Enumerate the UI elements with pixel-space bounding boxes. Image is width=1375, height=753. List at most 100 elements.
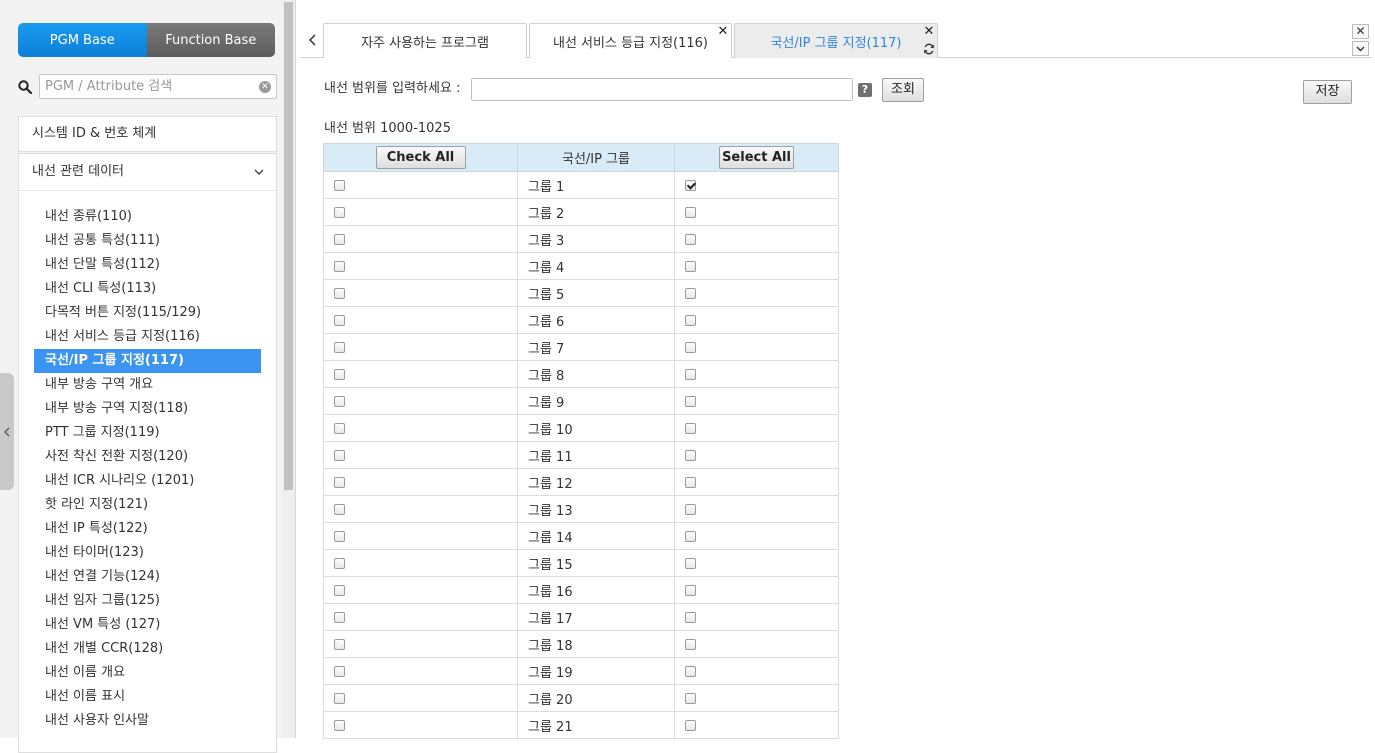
tab-ext-service-class[interactable]: 내선 서비스 등급 지정(116) ✕ (529, 23, 732, 58)
group-select-checkbox[interactable] (685, 557, 696, 569)
sidebar-pgm-item[interactable]: 핫 라인 지정(121) (34, 493, 261, 517)
row-select-cell (674, 549, 839, 577)
group-select-checkbox[interactable] (685, 719, 696, 731)
close-all-tabs-icon[interactable]: ✕ (1352, 24, 1369, 39)
check-all-button[interactable]: Check All (375, 146, 466, 169)
group-select-checkbox[interactable] (685, 179, 696, 191)
group-select-checkbox[interactable] (685, 341, 696, 353)
table-row: 그룹 2 (323, 198, 839, 226)
sidebar-pgm-item[interactable]: 내선 이름 개요 (34, 661, 261, 685)
collapse-sidebar-handle[interactable] (0, 373, 14, 490)
clear-search-icon[interactable]: ✕ (259, 81, 271, 93)
tab-list-dropdown[interactable] (1352, 41, 1369, 56)
row-checkbox[interactable] (334, 206, 345, 218)
tab-scroll-left-icon[interactable] (308, 34, 318, 46)
row-checkbox[interactable] (334, 368, 345, 380)
sidebar-pgm-item[interactable]: 다목적 버튼 지정(115/129) (34, 301, 261, 325)
select-all-button[interactable]: Select All (719, 146, 794, 169)
sidebar-pgm-item[interactable]: 내선 VM 특성 (127) (34, 613, 261, 637)
group-select-checkbox[interactable] (685, 233, 696, 245)
row-checkbox[interactable] (334, 260, 345, 272)
sidebar-pgm-item[interactable]: 내선 이름 표시 (34, 685, 261, 709)
extension-range-input[interactable] (471, 78, 853, 101)
row-check-cell (323, 360, 518, 388)
row-checkbox[interactable] (334, 179, 345, 191)
row-checkbox[interactable] (334, 287, 345, 299)
select-all-header: Select All (674, 143, 839, 172)
sidebar-pgm-item[interactable]: 내선 종류(110) (34, 205, 261, 229)
group-select-checkbox[interactable] (685, 206, 696, 218)
sidebar-scrollbar-thumb[interactable] (284, 2, 293, 490)
row-checkbox[interactable] (334, 719, 345, 731)
group-select-checkbox[interactable] (685, 584, 696, 596)
category-system-id[interactable]: 시스템 ID & 번호 체계 (18, 116, 277, 152)
close-tab-icon[interactable]: ✕ (923, 25, 935, 38)
row-checkbox[interactable] (334, 422, 345, 434)
query-button[interactable]: 조회 (882, 78, 924, 102)
row-checkbox[interactable] (334, 233, 345, 245)
sidebar-pgm-item[interactable]: 내선 서비스 등급 지정(116) (34, 325, 261, 349)
function-base-button[interactable]: Function Base (146, 23, 275, 57)
refresh-icon[interactable] (923, 43, 935, 55)
sidebar-pgm-item[interactable]: 내선 ICR 시나리오 (1201) (34, 469, 261, 493)
group-select-checkbox[interactable] (685, 611, 696, 623)
group-name-cell: 그룹 2 (517, 198, 675, 226)
search-input[interactable] (40, 75, 245, 98)
sidebar-pgm-item[interactable]: 국선/IP 그룹 지정(117) (34, 349, 261, 373)
sidebar-pgm-item[interactable]: 내선 연결 기능(124) (34, 565, 261, 589)
group-name-cell: 그룹 18 (517, 630, 675, 658)
sidebar-pgm-item[interactable]: 내부 방송 구역 개요 (34, 373, 261, 397)
row-checkbox[interactable] (334, 692, 345, 704)
save-button[interactable]: 저장 (1303, 80, 1352, 104)
row-checkbox[interactable] (334, 638, 345, 650)
tab-trunk-ip-group[interactable]: 국선/IP 그룹 지정(117) ✕ (734, 23, 938, 58)
tab-favorites[interactable]: 자주 사용하는 프로그램 (323, 23, 527, 58)
group-select-checkbox[interactable] (685, 503, 696, 515)
row-checkbox[interactable] (334, 341, 345, 353)
sidebar-pgm-item[interactable]: 내선 임자 그룹(125) (34, 589, 261, 613)
sidebar-pgm-item[interactable]: 내선 타이머(123) (34, 541, 261, 565)
sidebar-pgm-item[interactable]: 내선 CLI 특성(113) (34, 277, 261, 301)
table-row: 그룹 6 (323, 306, 839, 334)
group-select-checkbox[interactable] (685, 692, 696, 704)
category-extension-header[interactable]: 내선 관련 데이터 (19, 154, 276, 191)
group-select-checkbox[interactable] (685, 530, 696, 542)
close-tab-icon[interactable]: ✕ (717, 25, 729, 38)
sidebar-scrollbar[interactable] (282, 0, 295, 738)
group-select-checkbox[interactable] (685, 638, 696, 650)
sidebar-pgm-item[interactable]: 사전 착신 전환 지정(120) (34, 445, 261, 469)
row-checkbox[interactable] (334, 476, 345, 488)
row-checkbox[interactable] (334, 314, 345, 326)
row-checkbox[interactable] (334, 395, 345, 407)
group-select-checkbox[interactable] (685, 260, 696, 272)
row-select-cell (674, 576, 839, 604)
group-select-checkbox[interactable] (685, 395, 696, 407)
category-extension-data: 내선 관련 데이터 내선 종류(110) 내선 공통 특성(111) 내선 단말 특… (18, 153, 277, 753)
sidebar-pgm-item[interactable]: 내선 단말 특성(112) (34, 253, 261, 277)
sidebar-pgm-item[interactable]: PTT 그룹 지정(119) (34, 421, 261, 445)
row-select-cell (674, 387, 839, 415)
pgm-base-button[interactable]: PGM Base (18, 23, 147, 57)
row-checkbox[interactable] (334, 611, 345, 623)
group-select-checkbox[interactable] (685, 287, 696, 299)
extension-range-label: 내선 범위를 입력하세요 : (324, 81, 461, 96)
sidebar-pgm-item[interactable]: 내선 개별 CCR(128) (34, 637, 261, 661)
row-checkbox[interactable] (334, 557, 345, 569)
row-check-cell (323, 576, 518, 604)
sidebar-pgm-item[interactable]: 내부 방송 구역 지정(118) (34, 397, 261, 421)
row-checkbox[interactable] (334, 584, 345, 596)
group-select-checkbox[interactable] (685, 476, 696, 488)
group-select-checkbox[interactable] (685, 368, 696, 380)
row-checkbox[interactable] (334, 503, 345, 515)
row-checkbox[interactable] (334, 449, 345, 461)
sidebar-pgm-item[interactable]: 내선 사용자 인사말 (34, 709, 261, 733)
group-select-checkbox[interactable] (685, 422, 696, 434)
sidebar-pgm-item[interactable]: 내선 IP 특성(122) (34, 517, 261, 541)
row-checkbox[interactable] (334, 665, 345, 677)
help-icon[interactable]: ? (858, 83, 872, 97)
group-select-checkbox[interactable] (685, 665, 696, 677)
group-select-checkbox[interactable] (685, 314, 696, 326)
group-select-checkbox[interactable] (685, 449, 696, 461)
sidebar-pgm-item[interactable]: 내선 공통 특성(111) (34, 229, 261, 253)
row-checkbox[interactable] (334, 530, 345, 542)
